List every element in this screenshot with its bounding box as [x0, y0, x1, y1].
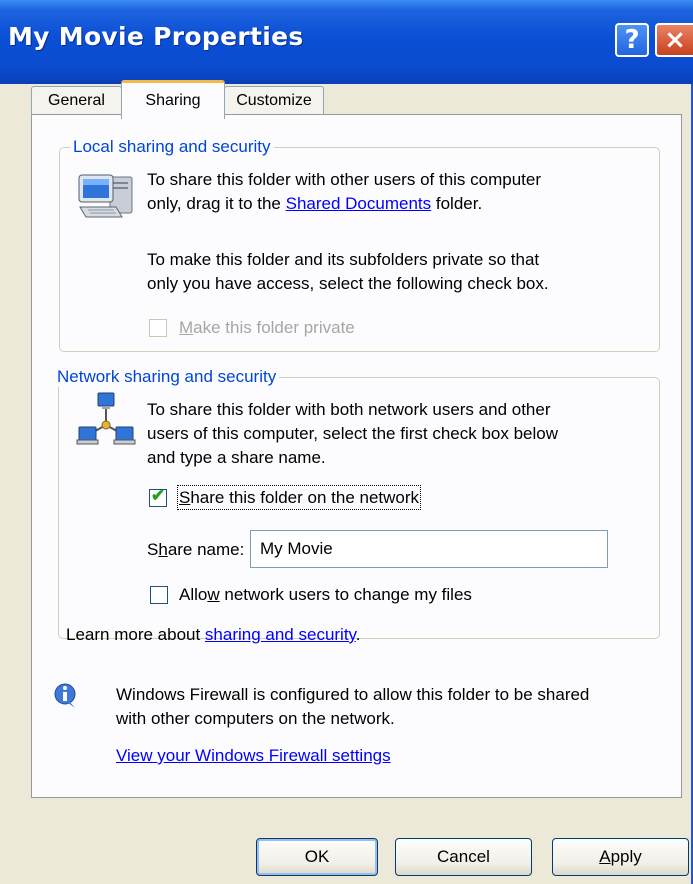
allow-change-checkbox[interactable] [150, 586, 168, 604]
shared-documents-link[interactable]: Shared Documents [286, 194, 432, 213]
network-text-line3: and type a share name. [147, 448, 326, 467]
share-name-input[interactable]: My Movie [250, 530, 608, 568]
allow-change-label[interactable]: Allow network users to change my files [179, 583, 472, 606]
network-text-line1: To share this folder with both network u… [147, 400, 551, 419]
check-icon: ✔ [150, 486, 166, 505]
close-icon: × [664, 25, 686, 55]
firewall-text-line1: Windows Firewall is configured to allow … [116, 685, 590, 704]
firewall-text-line2: with other computers on the network. [116, 709, 395, 728]
sharing-tab-panel: Local sharing and security To share this… [31, 114, 682, 798]
local-text-line4: only you have access, select the followi… [147, 274, 549, 293]
title-bar[interactable]: My Movie Properties ? × [0, 0, 693, 84]
firewall-settings-link[interactable]: View your Windows Firewall settings [116, 744, 391, 767]
help-icon: ? [624, 25, 640, 55]
info-icon [54, 683, 76, 708]
window-title: My Movie Properties [8, 22, 304, 51]
local-text-line3: To make this folder and its subfolders p… [147, 250, 540, 269]
ok-button[interactable]: OK [256, 838, 378, 876]
cancel-button[interactable]: Cancel [395, 838, 532, 876]
make-private-label[interactable]: Make this folder private [179, 316, 355, 339]
tab-general[interactable]: General [31, 86, 122, 115]
tab-sharing[interactable]: Sharing [121, 80, 225, 119]
share-folder-label[interactable]: Share this folder on the network [176, 485, 422, 510]
network-sharing-legend: Network sharing and security [54, 367, 280, 387]
local-sharing-legend: Local sharing and security [70, 137, 274, 157]
help-button[interactable]: ? [615, 23, 649, 57]
make-private-checkbox[interactable] [149, 319, 167, 337]
local-text-line1: To share this folder with other users of… [147, 170, 542, 189]
network-icon [76, 392, 136, 445]
share-name-label: Share name: [147, 540, 245, 559]
apply-button[interactable]: Apply [552, 838, 689, 876]
share-folder-checkbox[interactable]: ✔ [149, 486, 167, 507]
network-text-line2: users of this computer, select the first… [147, 424, 559, 443]
sharing-and-security-link[interactable]: sharing and security [205, 625, 356, 644]
properties-dialog: My Movie Properties ? × General Sharing … [0, 0, 693, 884]
learn-more-text: Learn more about sharing and security. [66, 625, 361, 644]
tab-customize[interactable]: Customize [224, 86, 324, 115]
close-button[interactable]: × [655, 23, 693, 57]
computer-icon [78, 174, 133, 218]
local-text-line2: only, drag it to the Shared Documents fo… [147, 194, 483, 213]
